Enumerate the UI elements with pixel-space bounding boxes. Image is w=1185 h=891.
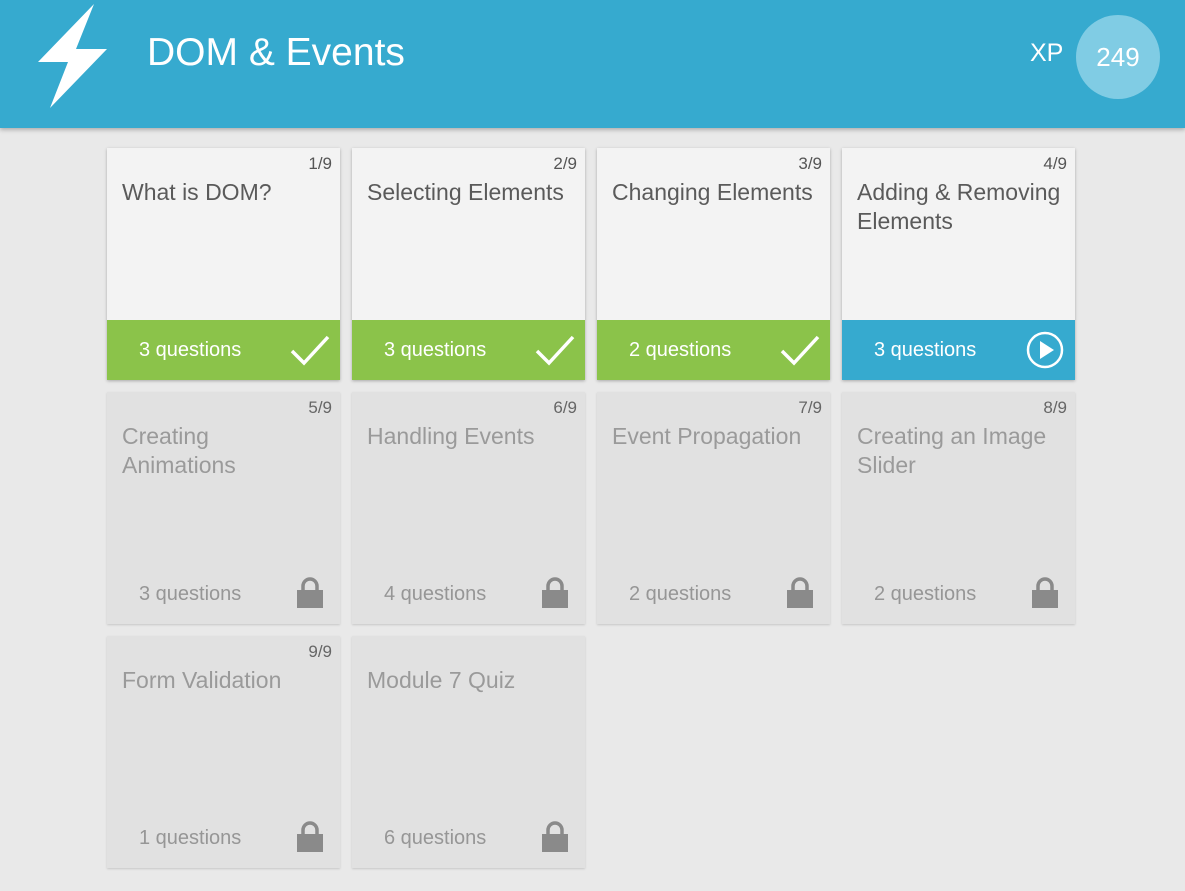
lock-icon — [787, 577, 813, 608]
lesson-footer: 1 questions — [107, 808, 340, 868]
question-count: 2 questions — [629, 583, 732, 605]
page-title: DOM & Events — [147, 31, 405, 74]
checkmark-icon — [535, 335, 575, 366]
lesson-card: 6/9 Handling Events 4 questions — [352, 392, 585, 624]
question-count: 2 questions — [874, 583, 977, 605]
xp-badge: 249 — [1076, 15, 1160, 99]
lesson-card: Module 7 Quiz 6 questions — [352, 636, 585, 868]
checkmark-icon — [290, 335, 330, 366]
lesson-title: Module 7 Quiz — [367, 667, 516, 693]
lesson-card[interactable]: 2/9 Selecting Elements 3 questions — [352, 148, 585, 380]
lesson-title: Adding & Removing Elements — [857, 179, 1061, 234]
lesson-card[interactable]: 4/9 Adding & Removing Elements 3 questio… — [842, 148, 1075, 380]
lesson-number: 9/9 — [308, 642, 332, 661]
lesson-number: 7/9 — [798, 398, 822, 417]
lesson-title: Handling Events — [367, 423, 535, 449]
question-count: 3 questions — [384, 339, 487, 361]
lesson-card[interactable]: 1/9 What is DOM? 3 questions — [107, 148, 340, 380]
question-count: 3 questions — [139, 583, 242, 605]
lesson-number: 5/9 — [308, 398, 332, 417]
lesson-number: 3/9 — [798, 154, 822, 173]
lesson-footer: 6 questions — [352, 808, 585, 868]
lesson-footer: 4 questions — [352, 564, 585, 624]
lesson-title: Selecting Elements — [367, 179, 564, 205]
lesson-footer: 2 questions — [597, 320, 830, 380]
lesson-title: Changing Elements — [612, 179, 813, 205]
question-count: 4 questions — [384, 583, 487, 605]
question-count: 6 questions — [384, 827, 487, 849]
question-count: 2 questions — [629, 339, 732, 361]
xp-label: XP — [1030, 39, 1064, 67]
lock-icon — [542, 577, 568, 608]
lesson-card: 7/9 Event Propagation 2 questions — [597, 392, 830, 624]
question-count: 1 questions — [139, 827, 242, 849]
lesson-number: 8/9 — [1043, 398, 1067, 417]
lesson-footer: 3 questions — [352, 320, 585, 380]
lesson-number: 1/9 — [308, 154, 332, 173]
lesson-footer: 2 questions — [842, 564, 1075, 624]
lesson-title: Form Validation — [122, 667, 282, 693]
lesson-title: Creating an Image Slider — [857, 423, 1047, 478]
lock-icon — [297, 577, 323, 608]
checkmark-icon — [780, 335, 820, 366]
lesson-footer: 3 questions — [842, 320, 1075, 380]
lesson-number: 2/9 — [553, 154, 577, 173]
lesson-footer: 3 questions — [107, 320, 340, 380]
play-icon[interactable] — [1025, 331, 1065, 369]
lesson-number: 6/9 — [553, 398, 577, 417]
lesson-title: Event Propagation — [612, 423, 802, 449]
lesson-card: 9/9 Form Validation 1 questions — [107, 636, 340, 868]
lesson-grid: 1/9 What is DOM? 3 questions 2/9 Selecti… — [107, 148, 1075, 868]
lightning-bolt-icon — [38, 4, 107, 108]
lesson-footer: 2 questions — [597, 564, 830, 624]
lesson-card[interactable]: 3/9 Changing Elements 2 questions — [597, 148, 830, 380]
lesson-title: Creating Animations — [122, 423, 236, 478]
question-count: 3 questions — [874, 339, 977, 361]
lock-icon — [297, 821, 323, 852]
lesson-card: 8/9 Creating an Image Slider 2 questions — [842, 392, 1075, 624]
lesson-number: 4/9 — [1043, 154, 1067, 173]
lock-icon — [1032, 577, 1058, 608]
lock-icon — [542, 821, 568, 852]
lesson-card: 5/9 Creating Animations 3 questions — [107, 392, 340, 624]
question-count: 3 questions — [139, 339, 242, 361]
app-header: DOM & Events XP 249 — [0, 0, 1185, 128]
lesson-title: What is DOM? — [122, 179, 272, 205]
lesson-footer: 3 questions — [107, 564, 340, 624]
